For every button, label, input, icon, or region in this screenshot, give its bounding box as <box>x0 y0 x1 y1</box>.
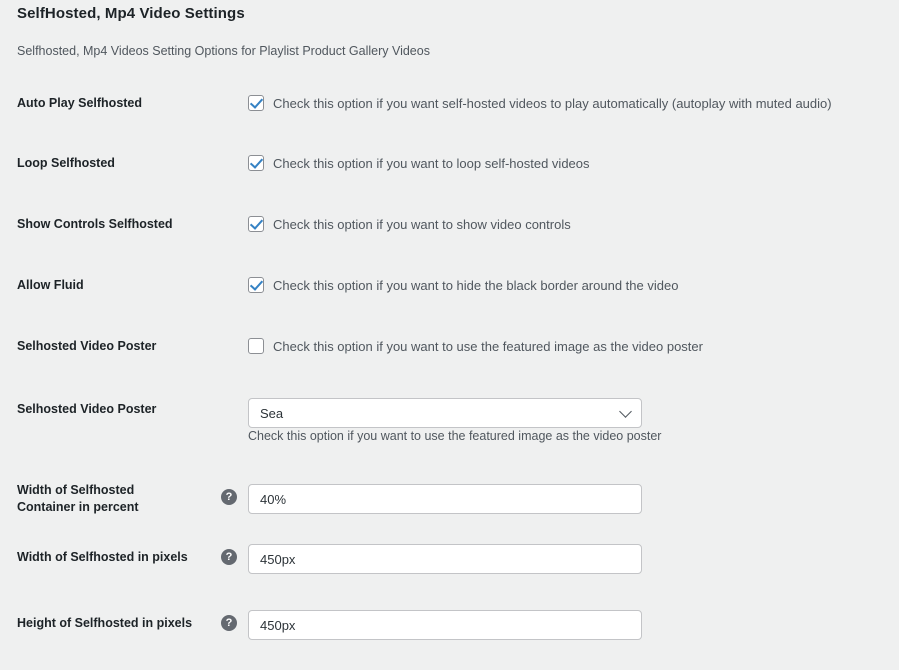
row-label: Loop Selfhosted <box>17 155 217 172</box>
row-label: Allow Fluid <box>17 277 217 294</box>
row-label: Selhosted Video Poster <box>17 401 217 418</box>
checkbox-selhosted-video-poster[interactable]: Check this option if you want to use the… <box>248 338 703 355</box>
checkbox-loop-selfhosted[interactable]: Check this option if you want to loop se… <box>248 155 590 172</box>
input-value: 450px <box>260 552 295 567</box>
checkbox-allow-fluid[interactable]: Check this option if you want to hide th… <box>248 277 678 294</box>
checkbox-label: Check this option if you want to show vi… <box>273 216 571 233</box>
checkbox-show-controls-selfhosted[interactable]: Check this option if you want to show vi… <box>248 216 571 233</box>
row-field: Check this option if you want to show vi… <box>248 216 571 233</box>
page-description: Selfhosted, Mp4 Videos Setting Options f… <box>17 44 430 58</box>
checkbox-label: Check this option if you want to use the… <box>273 338 703 355</box>
help-circle-icon[interactable]: ? <box>221 489 237 505</box>
checkbox-label: Check this option if you want self-hoste… <box>273 95 832 112</box>
checkbox-icon[interactable] <box>248 277 264 293</box>
row-label-line1: Width of Selfhosted <box>17 482 217 499</box>
settings-page: SelfHosted, Mp4 Video Settings Selfhoste… <box>0 0 899 670</box>
row-label: Auto Play Selfhosted <box>17 95 217 112</box>
row-label: Width of Selfhosted Container in percent <box>17 482 217 516</box>
chevron-down-icon[interactable] <box>619 405 632 418</box>
width-of-selfhosted-container-percent-input[interactable]: 40% <box>248 484 642 514</box>
row-field: Check this option if you want self-hoste… <box>248 95 832 112</box>
checkbox-icon[interactable] <box>248 216 264 232</box>
row-field: Check this option if you want to use the… <box>248 338 703 355</box>
help-circle-icon[interactable]: ? <box>221 549 237 565</box>
height-of-selfhosted-pixels-input[interactable]: 450px <box>248 610 642 640</box>
checkbox-auto-play-selfhosted[interactable]: Check this option if you want self-hoste… <box>248 95 832 112</box>
page-title: SelfHosted, Mp4 Video Settings <box>17 5 245 22</box>
width-of-selfhosted-pixels-input[interactable]: 450px <box>248 544 642 574</box>
row-label-line1: Height of Selfhosted in pixels <box>17 615 232 632</box>
checkbox-icon[interactable] <box>248 155 264 171</box>
checkbox-label: Check this option if you want to loop se… <box>273 155 590 172</box>
select-value: Sea <box>260 406 283 421</box>
row-label-line2: Container in percent <box>17 499 217 516</box>
row-field: Check this option if you want to loop se… <box>248 155 590 172</box>
checkbox-icon[interactable] <box>248 95 264 111</box>
row-field: Check this option if you want to hide th… <box>248 277 678 294</box>
row-label: Show Controls Selfhosted <box>17 216 217 233</box>
row-field: Sea <box>248 398 642 428</box>
help-circle-icon[interactable]: ? <box>221 615 237 631</box>
row-label-line1: Width of Selfhosted in pixels <box>17 549 232 566</box>
checkbox-icon[interactable] <box>248 338 264 354</box>
selhosted-video-poster-select[interactable]: Sea <box>248 398 642 428</box>
checkbox-label: Check this option if you want to hide th… <box>273 277 678 294</box>
row-label: Width of Selfhosted in pixels <box>17 549 232 566</box>
row-label: Selhosted Video Poster <box>17 338 217 355</box>
input-value: 40% <box>260 492 286 507</box>
input-value: 450px <box>260 618 295 633</box>
selhosted-video-poster-hint: Check this option if you want to use the… <box>248 429 661 443</box>
row-label: Height of Selfhosted in pixels <box>17 615 232 632</box>
